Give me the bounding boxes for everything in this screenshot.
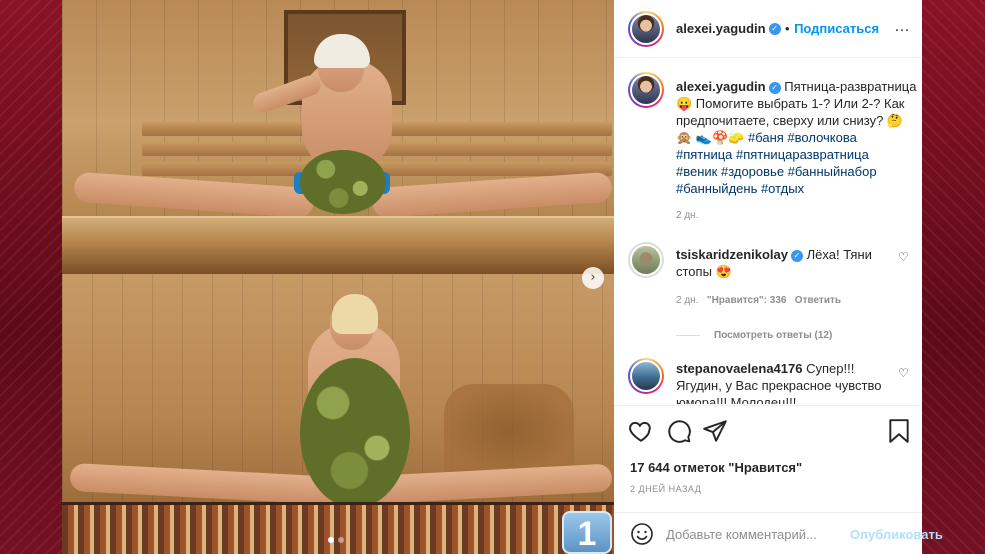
caption-author[interactable]: alexei.yagudin xyxy=(676,79,766,94)
verified-icon: ✓ xyxy=(791,249,803,262)
comment-text: Ягудин, у Вас прекрасное чувство xyxy=(676,378,882,393)
caption-line: предпочитаете, сверху или снизу? 🤔 xyxy=(676,113,904,128)
like-heart-icon[interactable] xyxy=(628,418,654,444)
caption-hashtags[interactable]: #пятница #пятницаразвратница xyxy=(676,146,912,163)
emoji-icon[interactable] xyxy=(630,522,656,548)
wall-carving xyxy=(444,384,574,474)
post-caption: alexei.yagudin ✓ Пятница-развратница 😛 По… xyxy=(676,78,916,224)
post-sidebar: alexei.yagudin ✓ • Подписаться … alexei.y… xyxy=(614,0,943,554)
slide-number-badge: 1 xyxy=(562,511,612,554)
comment-icon[interactable] xyxy=(666,418,692,444)
header-user-line: alexei.yagudin ✓ • Подписаться xyxy=(676,20,879,38)
birch-broom xyxy=(300,358,410,508)
post-actions: 17 644 отметок "Нравится" 2 ДНЕЙ НАЗАД xyxy=(614,405,922,523)
comment-author[interactable]: tsiskaridzenikolay xyxy=(676,247,788,262)
comment-item: stepanovaelena4176 Супер!!! Ягудин, у Ва… xyxy=(676,360,896,404)
more-options-icon[interactable]: … xyxy=(894,18,911,36)
comment-text: Лёха! Тяни xyxy=(806,247,872,262)
commenter-avatar[interactable] xyxy=(628,358,664,394)
comment-text: Супер!!! xyxy=(806,361,855,376)
sauna-bench xyxy=(62,216,614,274)
woman-leg-left xyxy=(69,462,341,506)
man-leg-left xyxy=(73,171,315,219)
follow-button[interactable]: Подписаться xyxy=(794,21,879,36)
broadcast-background-left xyxy=(0,0,62,554)
broadcast-background-right xyxy=(922,0,985,554)
caption-hashtags[interactable]: 🙊 👟🍄🧽 #баня #волочкова xyxy=(676,129,912,146)
view-replies-button[interactable]: Посмотреть ответы (12) xyxy=(676,327,896,344)
share-icon[interactable] xyxy=(702,418,728,444)
birch-broom xyxy=(300,150,386,214)
commenter-avatar[interactable] xyxy=(628,242,664,278)
caption-author-avatar[interactable] xyxy=(628,72,664,108)
comment-composer: Опубликовать xyxy=(614,512,943,554)
sauna-photo-top xyxy=(62,0,614,274)
caption-line: 😛 Помогите выбрать 1-? Или 2-? Как xyxy=(676,96,905,111)
comment-meta: 2 дн. "Нравится": 336 Ответить xyxy=(676,292,896,309)
caption-line: Пятница-развратница xyxy=(784,79,917,94)
separator: • xyxy=(785,21,790,36)
comment-text: стопы 😍 xyxy=(676,264,732,279)
publish-button[interactable]: Опубликовать xyxy=(850,527,943,542)
bench-mat xyxy=(62,502,614,554)
author-username[interactable]: alexei.yagudin xyxy=(676,21,766,36)
comment-text: юмора!!! Молодец!!! xyxy=(676,395,797,404)
comment-likes[interactable]: "Нравится": 336 xyxy=(707,295,787,306)
post-date[interactable]: 2 ДНЕЙ НАЗАД xyxy=(630,484,701,494)
next-slide-button[interactable]: › xyxy=(582,267,604,289)
caption-age[interactable]: 2 дн. xyxy=(676,207,912,224)
verified-icon: ✓ xyxy=(768,81,781,94)
woman-hair xyxy=(332,294,378,334)
post-image-carousel[interactable]: › 1 xyxy=(62,0,614,554)
comment-like-heart-icon[interactable]: ♡ xyxy=(898,250,909,264)
replies-divider xyxy=(676,334,700,336)
caption-hashtags[interactable]: #банныйдень #отдых xyxy=(676,180,912,197)
reply-button[interactable]: Ответить xyxy=(795,295,841,306)
sauna-photo-bottom xyxy=(62,274,614,554)
caption-hashtags[interactable]: #веник #здоровье #банныйнабор xyxy=(676,163,912,180)
comment-age[interactable]: 2 дн. xyxy=(676,295,698,306)
author-avatar[interactable] xyxy=(628,11,664,47)
verified-icon: ✓ xyxy=(768,22,781,35)
carousel-dot-active xyxy=(328,537,334,543)
carousel-dot xyxy=(338,537,344,543)
man-leg-right xyxy=(371,171,613,219)
comment-input[interactable] xyxy=(666,526,846,542)
comment-author[interactable]: stepanovaelena4176 xyxy=(676,361,802,376)
carousel-indicator xyxy=(328,537,344,543)
post-header: alexei.yagudin ✓ • Подписаться … xyxy=(614,0,922,58)
bookmark-icon[interactable] xyxy=(886,418,912,444)
comment-like-heart-icon[interactable]: ♡ xyxy=(898,366,909,380)
comment-item: tsiskaridzenikolay ✓ Лёха! Тяни стопы 😍 2… xyxy=(676,246,896,344)
view-replies-label: Посмотреть ответы (12) xyxy=(714,330,833,341)
likes-count[interactable]: 17 644 отметок "Нравится" xyxy=(630,460,802,475)
